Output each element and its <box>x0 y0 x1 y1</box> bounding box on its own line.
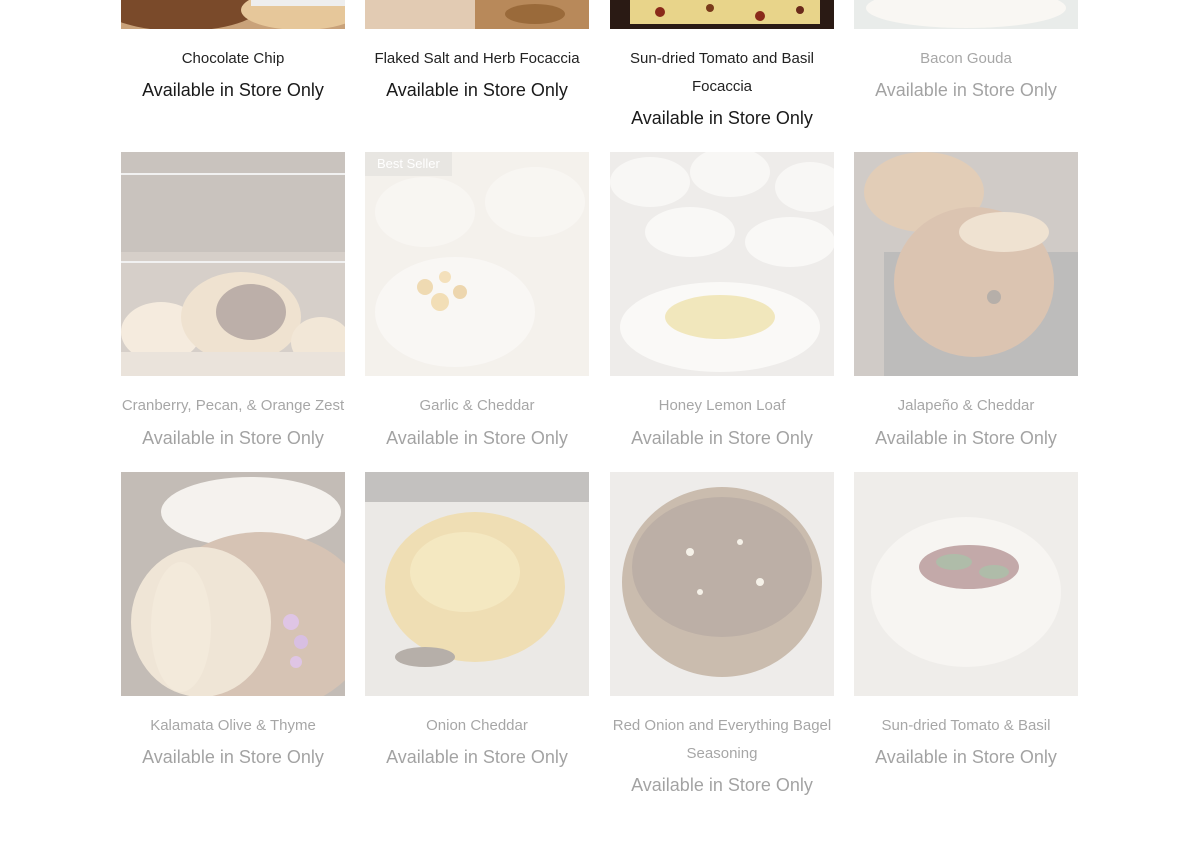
product-name[interactable]: Garlic & Cheddar <box>365 392 589 420</box>
product-image-bacon-gouda[interactable] <box>854 0 1078 29</box>
product-name[interactable]: Cranberry, Pecan, & Orange Zest <box>121 392 345 420</box>
product-image-flaked-salt-focaccia[interactable] <box>365 0 589 29</box>
product-image-tomato-basil[interactable] <box>854 472 1078 696</box>
product-name[interactable]: Sun-dried Tomato and Basil Focaccia <box>610 45 834 101</box>
product-name[interactable]: Chocolate Chip <box>121 45 345 73</box>
product-image-red-onion-everything[interactable] <box>610 472 834 696</box>
best-seller-badge: Best Seller <box>365 152 452 176</box>
product-availability: Available in Store Only <box>142 747 324 767</box>
product-availability: Available in Store Only <box>386 80 568 100</box>
product-image-chocolate-chip[interactable] <box>121 0 345 29</box>
product-name[interactable]: Jalapeño & Cheddar <box>854 392 1078 420</box>
product-name[interactable]: Honey Lemon Loaf <box>610 392 834 420</box>
product-image-jalapeno-cheddar[interactable] <box>854 152 1078 376</box>
product-image-honey-lemon[interactable] <box>610 152 834 376</box>
product-availability: Available in Store Only <box>142 80 324 100</box>
product-image-kalamata-olive[interactable] <box>121 472 345 696</box>
product-name[interactable]: Sun-dried Tomato & Basil <box>854 712 1078 740</box>
product-availability: Available in Store Only <box>875 428 1057 448</box>
product-image-cranberry-pecan[interactable] <box>121 152 345 376</box>
product-availability: Available in Store Only <box>142 428 324 448</box>
product-name[interactable]: Red Onion and Everything Bagel Seasoning <box>610 712 834 768</box>
product-availability: Available in Store Only <box>386 747 568 767</box>
product-availability: Available in Store Only <box>631 108 813 128</box>
product-image-tomato-basil-focaccia[interactable] <box>610 0 834 29</box>
product-availability: Available in Store Only <box>631 428 813 448</box>
product-name[interactable]: Onion Cheddar <box>365 712 589 740</box>
product-image-onion-cheddar[interactable] <box>365 472 589 696</box>
product-name[interactable]: Flaked Salt and Herb Focaccia <box>365 45 589 73</box>
product-availability: Available in Store Only <box>875 747 1057 767</box>
product-availability: Available in Store Only <box>631 775 813 795</box>
product-availability: Available in Store Only <box>386 428 568 448</box>
product-availability: Available in Store Only <box>875 80 1057 100</box>
product-image-garlic-cheddar[interactable]: Best Seller <box>365 152 589 376</box>
product-name[interactable]: Kalamata Olive & Thyme <box>121 712 345 740</box>
product-name[interactable]: Bacon Gouda <box>854 45 1078 73</box>
